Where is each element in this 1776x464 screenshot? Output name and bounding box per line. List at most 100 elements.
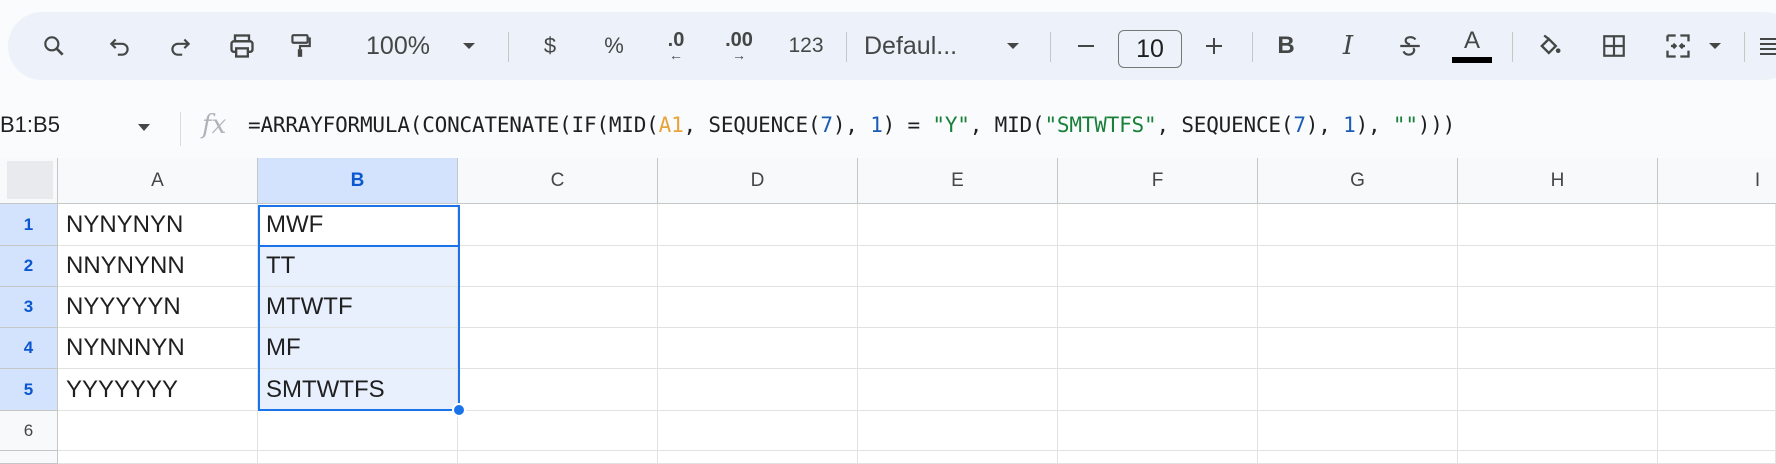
fill-color-icon[interactable] bbox=[1528, 12, 1572, 80]
column-header-a[interactable]: A bbox=[58, 158, 258, 204]
fill-handle[interactable] bbox=[452, 403, 466, 417]
cell-g3[interactable] bbox=[1258, 287, 1458, 328]
print-icon[interactable] bbox=[220, 12, 264, 80]
cell-e2[interactable] bbox=[858, 246, 1058, 287]
cell-b6[interactable] bbox=[258, 411, 458, 451]
cell-a2[interactable]: NNYNYNN bbox=[58, 246, 258, 287]
row-header-6[interactable]: 6 bbox=[0, 411, 58, 451]
name-box-dropdown-icon[interactable] bbox=[138, 124, 150, 131]
decrease-font-size-button[interactable] bbox=[1064, 12, 1108, 80]
paint-format-icon[interactable] bbox=[278, 12, 322, 80]
cell-f5[interactable] bbox=[1058, 369, 1258, 411]
cell-b2[interactable]: TT bbox=[258, 246, 458, 287]
name-box[interactable]: B1:B5 bbox=[0, 112, 60, 138]
cell-b1[interactable]: MWF bbox=[258, 204, 458, 246]
cell-c2[interactable] bbox=[458, 246, 658, 287]
percent-format-button[interactable]: % bbox=[592, 12, 636, 80]
cell-b5[interactable]: SMTWTFS bbox=[258, 369, 458, 411]
cell-c4[interactable] bbox=[458, 328, 658, 369]
increase-decimal-button[interactable]: .00 → bbox=[714, 12, 764, 80]
cell-g6[interactable] bbox=[1258, 411, 1458, 451]
cell-g5[interactable] bbox=[1258, 369, 1458, 411]
cell-f1[interactable] bbox=[1058, 204, 1258, 246]
cell-i5[interactable] bbox=[1658, 369, 1776, 411]
zoom-select[interactable]: 100% bbox=[358, 12, 438, 80]
cell-g1[interactable] bbox=[1258, 204, 1458, 246]
cell-f6[interactable] bbox=[1058, 411, 1258, 451]
cell-a3[interactable]: NYYYYYN bbox=[58, 287, 258, 328]
formula-input[interactable]: =ARRAYFORMULA(CONCATENATE(IF(MID(A1, SEQ… bbox=[248, 113, 1455, 137]
cell-i7[interactable] bbox=[1658, 451, 1776, 464]
cell-g7[interactable] bbox=[1258, 451, 1458, 464]
column-header-f[interactable]: F bbox=[1058, 158, 1258, 204]
column-header-c[interactable]: C bbox=[458, 158, 658, 204]
cell-c3[interactable] bbox=[458, 287, 658, 328]
cell-b4[interactable]: MF bbox=[258, 328, 458, 369]
row-header-5[interactable]: 5 bbox=[0, 369, 58, 411]
cell-c5[interactable] bbox=[458, 369, 658, 411]
cell-f2[interactable] bbox=[1058, 246, 1258, 287]
chevron-down-icon[interactable] bbox=[454, 12, 484, 80]
currency-format-button[interactable]: $ bbox=[528, 12, 572, 80]
cell-h5[interactable] bbox=[1458, 369, 1658, 411]
cell-g2[interactable] bbox=[1258, 246, 1458, 287]
cell-d4[interactable] bbox=[658, 328, 858, 369]
row-header-2[interactable]: 2 bbox=[0, 246, 58, 287]
cell-a4[interactable]: NYNNNYN bbox=[58, 328, 258, 369]
row-header-3[interactable]: 3 bbox=[0, 287, 58, 328]
redo-icon[interactable] bbox=[158, 12, 202, 80]
cell-e6[interactable] bbox=[858, 411, 1058, 451]
cell-d1[interactable] bbox=[658, 204, 858, 246]
cell-a7[interactable] bbox=[58, 451, 258, 464]
cell-e5[interactable] bbox=[858, 369, 1058, 411]
select-all-corner[interactable] bbox=[0, 158, 58, 204]
number-format-button[interactable]: 123 bbox=[778, 12, 834, 80]
cell-f3[interactable] bbox=[1058, 287, 1258, 328]
cell-d7[interactable] bbox=[658, 451, 858, 464]
column-header-g[interactable]: G bbox=[1258, 158, 1458, 204]
decrease-decimal-button[interactable]: .0 ← bbox=[654, 12, 698, 80]
cell-h3[interactable] bbox=[1458, 287, 1658, 328]
search-icon[interactable] bbox=[32, 12, 76, 80]
cell-i4[interactable] bbox=[1658, 328, 1776, 369]
cell-h4[interactable] bbox=[1458, 328, 1658, 369]
align-icon[interactable] bbox=[1756, 12, 1776, 80]
increase-font-size-button[interactable] bbox=[1192, 12, 1236, 80]
font-family-select[interactable]: Defaul... bbox=[864, 12, 984, 80]
cell-h1[interactable] bbox=[1458, 204, 1658, 246]
cell-f4[interactable] bbox=[1058, 328, 1258, 369]
cell-i6[interactable] bbox=[1658, 411, 1776, 451]
font-size-input[interactable]: 10 bbox=[1118, 30, 1182, 68]
cell-d3[interactable] bbox=[658, 287, 858, 328]
cell-e4[interactable] bbox=[858, 328, 1058, 369]
chevron-down-icon[interactable] bbox=[998, 12, 1028, 80]
column-header-b[interactable]: B bbox=[258, 158, 458, 204]
cell-d6[interactable] bbox=[658, 411, 858, 451]
bold-button[interactable]: B bbox=[1264, 12, 1308, 80]
cell-a1[interactable]: NYNYNYN bbox=[58, 204, 258, 246]
chevron-down-icon[interactable] bbox=[1702, 12, 1728, 80]
column-header-e[interactable]: E bbox=[858, 158, 1058, 204]
undo-icon[interactable] bbox=[98, 12, 142, 80]
cell-i1[interactable] bbox=[1658, 204, 1776, 246]
cell-c6[interactable] bbox=[458, 411, 658, 451]
column-header-d[interactable]: D bbox=[658, 158, 858, 204]
text-color-button[interactable]: A bbox=[1450, 12, 1494, 80]
borders-icon[interactable] bbox=[1592, 12, 1636, 80]
column-header-h[interactable]: H bbox=[1458, 158, 1658, 204]
cell-b3[interactable]: MTWTF bbox=[258, 287, 458, 328]
cell-f7[interactable] bbox=[1058, 451, 1258, 464]
row-header-4[interactable]: 4 bbox=[0, 328, 58, 369]
merge-cells-icon[interactable] bbox=[1656, 12, 1700, 80]
cell-a5[interactable]: YYYYYYY bbox=[58, 369, 258, 411]
cell-e1[interactable] bbox=[858, 204, 1058, 246]
cell-i2[interactable] bbox=[1658, 246, 1776, 287]
italic-button[interactable]: I bbox=[1326, 12, 1370, 80]
cell-a6[interactable] bbox=[58, 411, 258, 451]
strikethrough-icon[interactable] bbox=[1388, 12, 1432, 80]
row-header-7[interactable] bbox=[0, 451, 58, 464]
column-header-i[interactable]: I bbox=[1658, 158, 1776, 204]
cell-c1[interactable] bbox=[458, 204, 658, 246]
cell-e3[interactable] bbox=[858, 287, 1058, 328]
cell-h6[interactable] bbox=[1458, 411, 1658, 451]
